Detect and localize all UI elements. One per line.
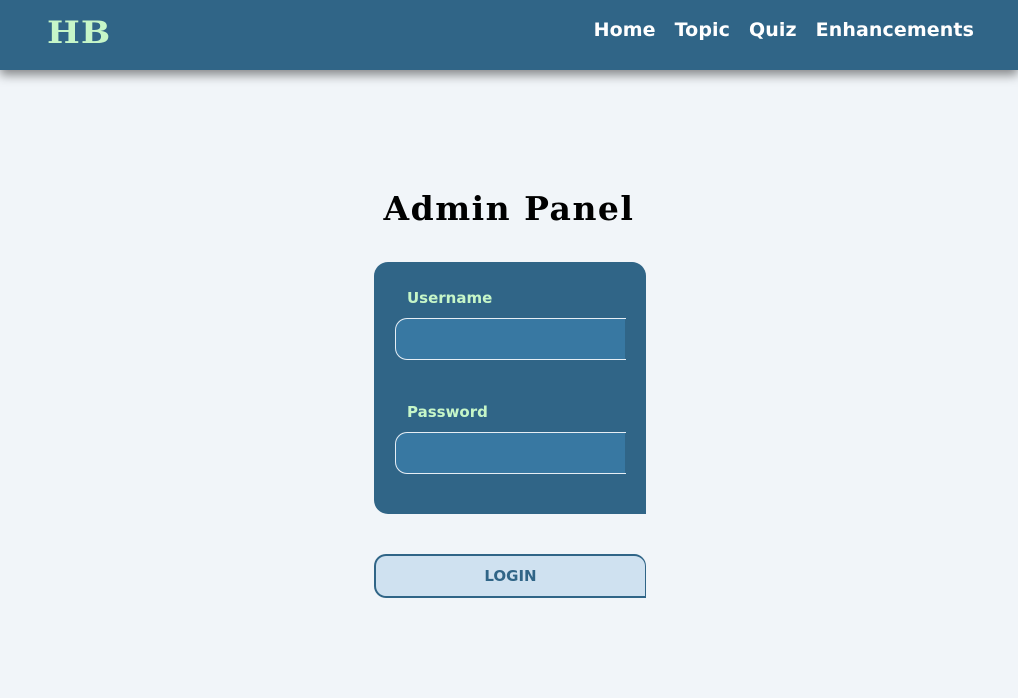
- site-logo[interactable]: HB: [47, 13, 111, 53]
- nav-link-quiz[interactable]: Quiz: [749, 17, 797, 43]
- username-input[interactable]: [395, 318, 626, 360]
- main-nav: Home Topic Quiz Enhancements: [594, 17, 974, 43]
- password-label: Password: [407, 403, 488, 421]
- login-button[interactable]: LOGIN: [374, 554, 646, 598]
- nav-link-home[interactable]: Home: [594, 17, 656, 43]
- login-form: Username Password: [374, 262, 646, 514]
- page-title: Admin Panel: [383, 189, 635, 228]
- nav-link-enhancements[interactable]: Enhancements: [816, 17, 974, 43]
- top-navbar: HB Home Topic Quiz Enhancements: [0, 0, 1018, 70]
- password-input[interactable]: [395, 432, 626, 474]
- username-label: Username: [407, 289, 493, 307]
- nav-link-topic[interactable]: Topic: [675, 17, 730, 43]
